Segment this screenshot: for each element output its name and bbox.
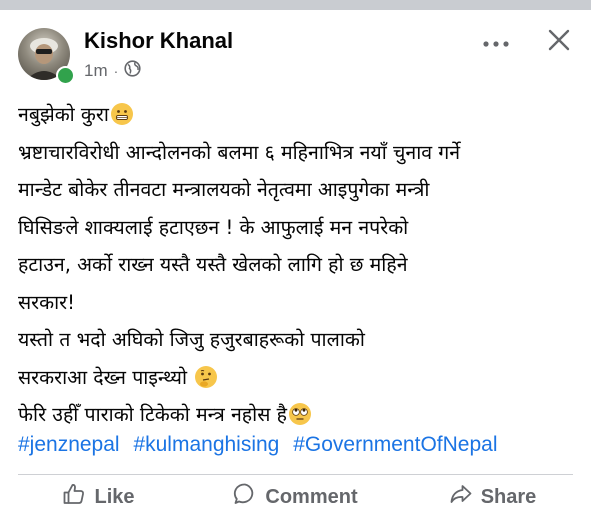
- like-label: Like: [94, 485, 135, 508]
- post-line: यस्ताे त भदाे अघिकाे जिजु हजुरबाहरूकाे प…: [18, 321, 583, 359]
- comment-button[interactable]: Comment: [197, 476, 394, 518]
- post-time[interactable]: 1m: [84, 61, 108, 81]
- online-status-indicator: [56, 66, 75, 85]
- more-options-button[interactable]: [476, 28, 516, 56]
- comment-icon: [233, 482, 257, 512]
- post-text: नबुझेकाे कुरा भ्रष्टाचारविरोधी आन्दोलनको…: [18, 96, 583, 434]
- actions-divider: [18, 474, 573, 475]
- post-line: फेरि उहीँ पाराकाे टिकेकाे मन्त्र नहाेस ह…: [18, 396, 583, 434]
- post-line-text: नबुझेकाे कुरा: [18, 103, 109, 126]
- hashtag-link[interactable]: #jenznepal: [18, 433, 120, 456]
- author-name[interactable]: Kishor Khanal: [84, 28, 233, 54]
- top-separator-bar: [0, 0, 591, 10]
- post-line: नबुझेकाे कुरा: [18, 96, 583, 134]
- hashtag-list: #jenznepal #kulmanghising #GovernmentOfN…: [18, 433, 498, 457]
- share-icon: [449, 482, 473, 512]
- close-button[interactable]: [541, 24, 577, 60]
- post-line: हटाउन, अर्काे राख्न यस्तै यस्तै खेलकाे ल…: [18, 246, 583, 284]
- post-meta: 1m ·: [84, 60, 141, 82]
- share-label: Share: [480, 485, 537, 508]
- more-options-icon: [482, 33, 510, 52]
- post-line-text: हटाउन, अर्काे राख्न यस्तै यस्तै खेलकाे ल…: [18, 253, 408, 276]
- like-button[interactable]: Like: [0, 476, 197, 518]
- post-line-text: सरकराआ देख्न पाइन्थ्याे: [18, 365, 188, 389]
- hashtag-link[interactable]: #kulmanghising: [133, 433, 279, 456]
- post-line: सरकार!: [18, 284, 583, 322]
- post-line-text: सरकार!: [18, 290, 75, 314]
- post-actions-bar: Like Comment Share: [0, 476, 591, 518]
- hashtag-link[interactable]: #GovernmentOfNepal: [293, 433, 497, 456]
- post-line-text: भ्रष्टाचारविरोधी आन्दोलनको बलमा ६ महिनाभ…: [18, 140, 461, 164]
- meta-separator: ·: [113, 63, 119, 79]
- comment-label: Comment: [265, 485, 358, 508]
- rolling-eyes-face-emoji: [288, 403, 311, 425]
- post-line-text: मान्डेट बोकेर तीनवटा मन्त्रालयको नेतृत्व…: [18, 178, 430, 201]
- thumbs-up-icon: [62, 482, 86, 512]
- post-line-text: फेरि उहीँ पाराकाे टिकेकाे मन्त्र नहाेस ह…: [18, 403, 287, 426]
- close-icon: [548, 29, 570, 55]
- post-line-text: यस्ताे त भदाे अघिकाे जिजु हजुरबाहरूकाे प…: [18, 328, 365, 351]
- post-line: सरकराआ देख्न पाइन्थ्याे: [18, 359, 583, 397]
- grimacing-face-emoji: [110, 103, 133, 125]
- share-button[interactable]: Share: [394, 476, 591, 518]
- thinking-face-emoji: [195, 365, 218, 388]
- post-line: मान्डेट बोकेर तीनवटा मन्त्रालयको नेतृत्व…: [18, 171, 583, 209]
- globe-icon[interactable]: [124, 60, 141, 82]
- post-line-text: घिसिङले शाक्यलाई हटाएछन ! के आफुलाई मन न…: [18, 215, 409, 239]
- post-line: भ्रष्टाचारविरोधी आन्दोलनको बलमा ६ महिनाभ…: [18, 134, 583, 172]
- post-line: घिसिङले शाक्यलाई हटाएछन ! के आफुलाई मन न…: [18, 209, 583, 247]
